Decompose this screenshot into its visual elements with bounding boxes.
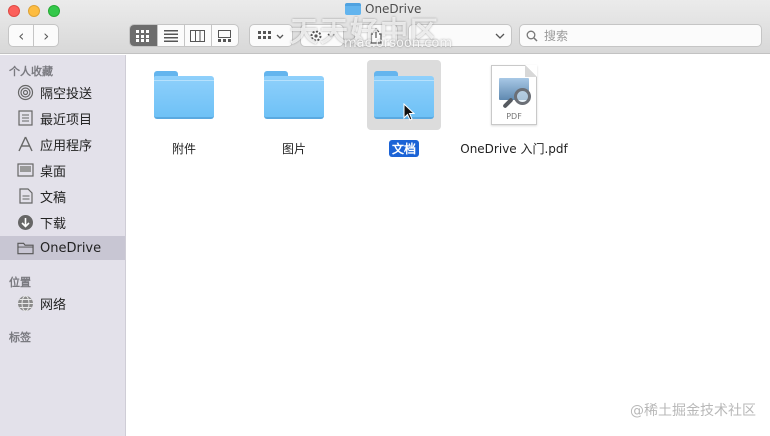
sidebar-item-recents[interactable]: 最近项目 — [0, 106, 125, 130]
sidebar-item-downloads[interactable]: 下载 — [0, 210, 125, 234]
view-mode-selector — [129, 24, 239, 47]
search-input[interactable]: 搜索 — [519, 24, 762, 47]
sidebar-item-label: 下载 — [40, 216, 67, 232]
recents-icon — [17, 110, 34, 127]
sidebar-item-documents[interactable]: 文稿 — [0, 184, 125, 208]
icon-grid-icon — [136, 29, 150, 42]
favorites-header: 个人收藏 — [9, 65, 53, 78]
pdf-document-icon: PDF — [491, 65, 537, 125]
gallery-view-button[interactable] — [210, 25, 238, 46]
network-icon — [17, 295, 34, 312]
downloads-icon — [17, 214, 34, 231]
chevron-down-icon — [495, 33, 505, 39]
column-view-button[interactable] — [183, 25, 211, 46]
sidebar-item-label: 文稿 — [40, 190, 67, 206]
sidebar-item-applications[interactable]: 应用程序 — [0, 132, 125, 156]
icon-view-button[interactable] — [130, 25, 157, 46]
sidebar-item-desktop[interactable]: 桌面 — [0, 158, 125, 182]
folder-icon — [264, 71, 324, 119]
file-item-folder[interactable]: 图片 — [239, 60, 349, 157]
forward-button[interactable]: › — [33, 25, 58, 46]
search-icon — [526, 30, 538, 42]
sidebar-item-airdrop[interactable]: 隔空投送 — [0, 80, 125, 104]
close-window-button[interactable] — [8, 5, 20, 17]
file-name: 附件 — [171, 142, 196, 156]
navigation-buttons: ‹ › — [8, 24, 59, 47]
applications-icon — [17, 136, 34, 153]
locations-header: 位置 — [9, 276, 31, 289]
desktop-icon — [17, 162, 34, 179]
watermark-credit: @稀土掘金技术社区 — [630, 403, 756, 419]
window-toolbar: OneDrive ‹ › 搜索 天天好中区 mac.orsoon.com — [0, 0, 770, 54]
sidebar-item-network[interactable]: 网络 — [0, 291, 125, 315]
back-button[interactable]: ‹ — [9, 25, 33, 46]
sidebar-item-label: 桌面 — [40, 164, 67, 180]
file-thumbnail: PDF — [477, 60, 551, 130]
search-placeholder: 搜索 — [544, 29, 569, 43]
chevron-left-icon: ‹ — [18, 26, 25, 45]
sidebar: 个人收藏 隔空投送 最近项目 应用程序 桌面 文稿 下载 OneDrive 位置… — [0, 55, 126, 436]
documents-icon — [17, 188, 34, 205]
group-by-button[interactable] — [249, 24, 293, 47]
minimize-window-button[interactable] — [28, 5, 40, 17]
folder-icon — [17, 240, 34, 257]
mouse-pointer-icon — [403, 103, 415, 121]
pdf-badge: PDF — [506, 112, 522, 121]
gallery-icon — [218, 29, 232, 42]
file-item-pdf[interactable]: PDF OneDrive 入门.pdf — [459, 60, 569, 157]
file-thumbnail — [257, 60, 331, 130]
chevron-right-icon: › — [43, 26, 50, 45]
sidebar-item-label: 最近项目 — [40, 112, 93, 128]
file-name: 图片 — [281, 142, 306, 156]
tags-header: 标签 — [9, 331, 31, 344]
file-name: 文档 — [388, 140, 419, 157]
file-item-folder[interactable]: 附件 — [129, 60, 239, 157]
sidebar-item-onedrive[interactable]: OneDrive — [0, 236, 125, 260]
airdrop-icon — [17, 84, 34, 101]
sidebar-item-label: 隔空投送 — [40, 86, 93, 102]
columns-icon — [190, 29, 206, 42]
list-view-button[interactable] — [156, 25, 184, 46]
sidebar-item-label: 应用程序 — [40, 138, 93, 154]
file-name: OneDrive 入门.pdf — [460, 142, 568, 156]
watermark-url: mac.orsoon.com — [344, 36, 453, 51]
folder-icon — [154, 71, 214, 119]
sidebar-item-label: OneDrive — [40, 240, 102, 256]
sidebar-item-label: 网络 — [40, 297, 67, 313]
list-icon — [163, 29, 178, 42]
file-thumbnail — [147, 60, 221, 130]
file-browser: 附件 图片 文档 PDF OneDrive 入门.pdf @稀土掘金技术社区 — [126, 55, 770, 436]
zoom-window-button[interactable] — [48, 5, 60, 17]
group-grid-icon — [258, 30, 284, 39]
